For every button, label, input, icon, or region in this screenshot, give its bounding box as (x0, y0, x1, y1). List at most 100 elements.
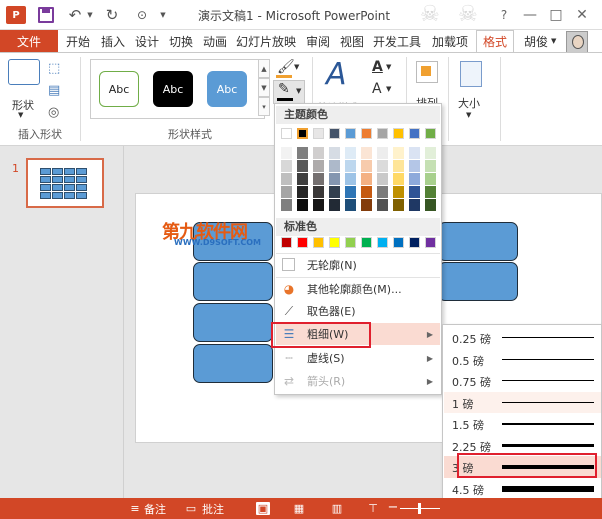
theme-color-shade-swatch[interactable] (329, 160, 340, 172)
theme-color-shade-swatch[interactable] (393, 160, 404, 172)
text-fill-icon[interactable]: A (372, 59, 383, 75)
theme-color-shade-swatch[interactable] (281, 199, 292, 211)
theme-color-shade-swatch[interactable] (425, 186, 436, 198)
tab-review[interactable]: 审阅 (306, 30, 330, 52)
normal-view-icon[interactable]: ▣ (256, 502, 270, 515)
avatar[interactable] (566, 31, 588, 53)
theme-color-shade-swatch[interactable] (329, 173, 340, 185)
theme-color-shade-swatch[interactable] (377, 173, 388, 185)
theme-color-shade-swatch[interactable] (361, 186, 372, 198)
undo-dropdown-icon[interactable]: ▼ (86, 6, 94, 24)
theme-color-shade-swatch[interactable] (313, 173, 324, 185)
comments-icon[interactable]: ▭ (184, 502, 198, 515)
theme-color-swatch[interactable] (425, 128, 436, 139)
user-dropdown-icon[interactable]: ▼ (551, 30, 556, 52)
theme-color-shade-swatch[interactable] (345, 160, 356, 172)
tab-addins[interactable]: 加载项 (432, 30, 468, 52)
redo-icon[interactable]: ↻ (104, 6, 120, 24)
theme-color-shade-swatch[interactable] (345, 147, 356, 159)
standard-color-swatch[interactable] (425, 237, 436, 248)
weight-option[interactable]: 0.5 磅 (444, 349, 601, 371)
standard-color-swatch[interactable] (329, 237, 340, 248)
rounded-rectangle-shape[interactable] (193, 262, 273, 301)
fill-dropdown-icon[interactable]: ▼ (294, 63, 299, 71)
text-outline-icon[interactable]: A (372, 81, 382, 97)
zoom-out-icon[interactable]: − (386, 500, 400, 515)
tab-insert[interactable]: 插入 (101, 30, 125, 52)
powerpoint-app-icon[interactable]: P (6, 6, 26, 24)
maximize-button[interactable]: □ (546, 5, 566, 25)
standard-color-swatch[interactable] (281, 237, 292, 248)
standard-color-swatch[interactable] (345, 237, 356, 248)
theme-color-shade-swatch[interactable] (425, 199, 436, 211)
theme-color-shade-swatch[interactable] (409, 173, 420, 185)
zoom-slider-thumb[interactable] (418, 503, 421, 514)
shape-style-option[interactable]: Abc (207, 71, 247, 107)
theme-color-shade-swatch[interactable] (409, 199, 420, 211)
dashes-item[interactable]: ┈ 虚线(S) ▶ (276, 347, 440, 369)
comments-button[interactable]: 批注 (202, 501, 224, 517)
theme-color-shade-swatch[interactable] (361, 173, 372, 185)
theme-color-shade-swatch[interactable] (313, 199, 324, 211)
theme-color-shade-swatch[interactable] (377, 199, 388, 211)
theme-color-shade-swatch[interactable] (345, 173, 356, 185)
theme-color-shade-swatch[interactable] (377, 186, 388, 198)
theme-color-shade-swatch[interactable] (393, 199, 404, 211)
slide-sorter-icon[interactable]: ▦ (292, 502, 306, 515)
text-outline-dropdown-icon[interactable]: ▼ (386, 85, 391, 93)
theme-color-shade-swatch[interactable] (297, 199, 308, 211)
slideshow-view-icon[interactable]: ⊤ (366, 502, 380, 515)
tab-developer[interactable]: 开发工具 (373, 30, 421, 52)
slide-thumbnail[interactable] (26, 158, 104, 208)
size-button[interactable]: 大小 (458, 95, 480, 111)
weight-option[interactable]: 1.5 磅 (444, 413, 601, 435)
theme-color-swatch[interactable] (329, 128, 340, 139)
tab-transitions[interactable]: 切换 (169, 30, 193, 52)
theme-color-swatch[interactable] (393, 128, 404, 139)
theme-color-shade-swatch[interactable] (393, 186, 404, 198)
theme-color-shade-swatch[interactable] (361, 199, 372, 211)
theme-color-shade-swatch[interactable] (297, 186, 308, 198)
shape-style-option[interactable]: Abc (153, 71, 193, 107)
tab-format[interactable]: 格式 (476, 30, 515, 52)
close-button[interactable]: ✕ (572, 5, 592, 25)
rounded-rectangle-shape[interactable] (438, 222, 518, 261)
rounded-rectangle-shape[interactable] (193, 344, 273, 383)
notes-icon[interactable]: ≡ (128, 502, 142, 515)
theme-color-swatch[interactable] (345, 128, 356, 139)
theme-color-shade-swatch[interactable] (329, 147, 340, 159)
standard-color-swatch[interactable] (313, 237, 324, 248)
text-box-icon[interactable]: ▤ (48, 83, 60, 98)
theme-color-shade-swatch[interactable] (345, 186, 356, 198)
paint-bucket-icon[interactable]: 🖌 (277, 59, 295, 75)
theme-color-shade-swatch[interactable] (425, 160, 436, 172)
theme-color-swatch[interactable] (377, 128, 388, 139)
theme-color-shade-swatch[interactable] (297, 160, 308, 172)
undo-icon[interactable]: ↶ (66, 6, 84, 24)
tab-slideshow[interactable]: 幻灯片放映 (236, 30, 296, 52)
minimize-button[interactable]: — (520, 5, 540, 25)
merge-shapes-icon[interactable]: ◎ (48, 105, 59, 120)
help-button[interactable]: ? (494, 5, 514, 25)
theme-color-shade-swatch[interactable] (425, 173, 436, 185)
no-outline-item[interactable]: 无轮廓(N) (276, 253, 440, 275)
theme-color-shade-swatch[interactable] (313, 186, 324, 198)
reading-view-icon[interactable]: ▥ (330, 502, 344, 515)
weight-option[interactable]: 0.75 磅 (444, 370, 601, 392)
theme-color-shade-swatch[interactable] (409, 147, 420, 159)
standard-color-swatch[interactable] (393, 237, 404, 248)
theme-color-shade-swatch[interactable] (393, 147, 404, 159)
theme-color-shade-swatch[interactable] (329, 199, 340, 211)
weight-option[interactable]: 0.25 磅 (444, 327, 601, 349)
weight-option[interactable]: 1 磅 (444, 391, 601, 413)
shape-style-option[interactable]: Abc (99, 71, 139, 107)
theme-color-shade-swatch[interactable] (409, 186, 420, 198)
theme-color-shade-swatch[interactable] (377, 160, 388, 172)
shapes-dropdown-icon[interactable]: ▼ (18, 111, 23, 119)
text-fill-dropdown-icon[interactable]: ▼ (386, 63, 391, 71)
gallery-more[interactable]: ▾ (258, 97, 270, 116)
tab-file[interactable]: 文件 (0, 30, 58, 52)
standard-color-swatch[interactable] (361, 237, 372, 248)
customize-qat-icon[interactable]: ▼ (158, 6, 168, 24)
notes-button[interactable]: 备注 (144, 501, 166, 517)
